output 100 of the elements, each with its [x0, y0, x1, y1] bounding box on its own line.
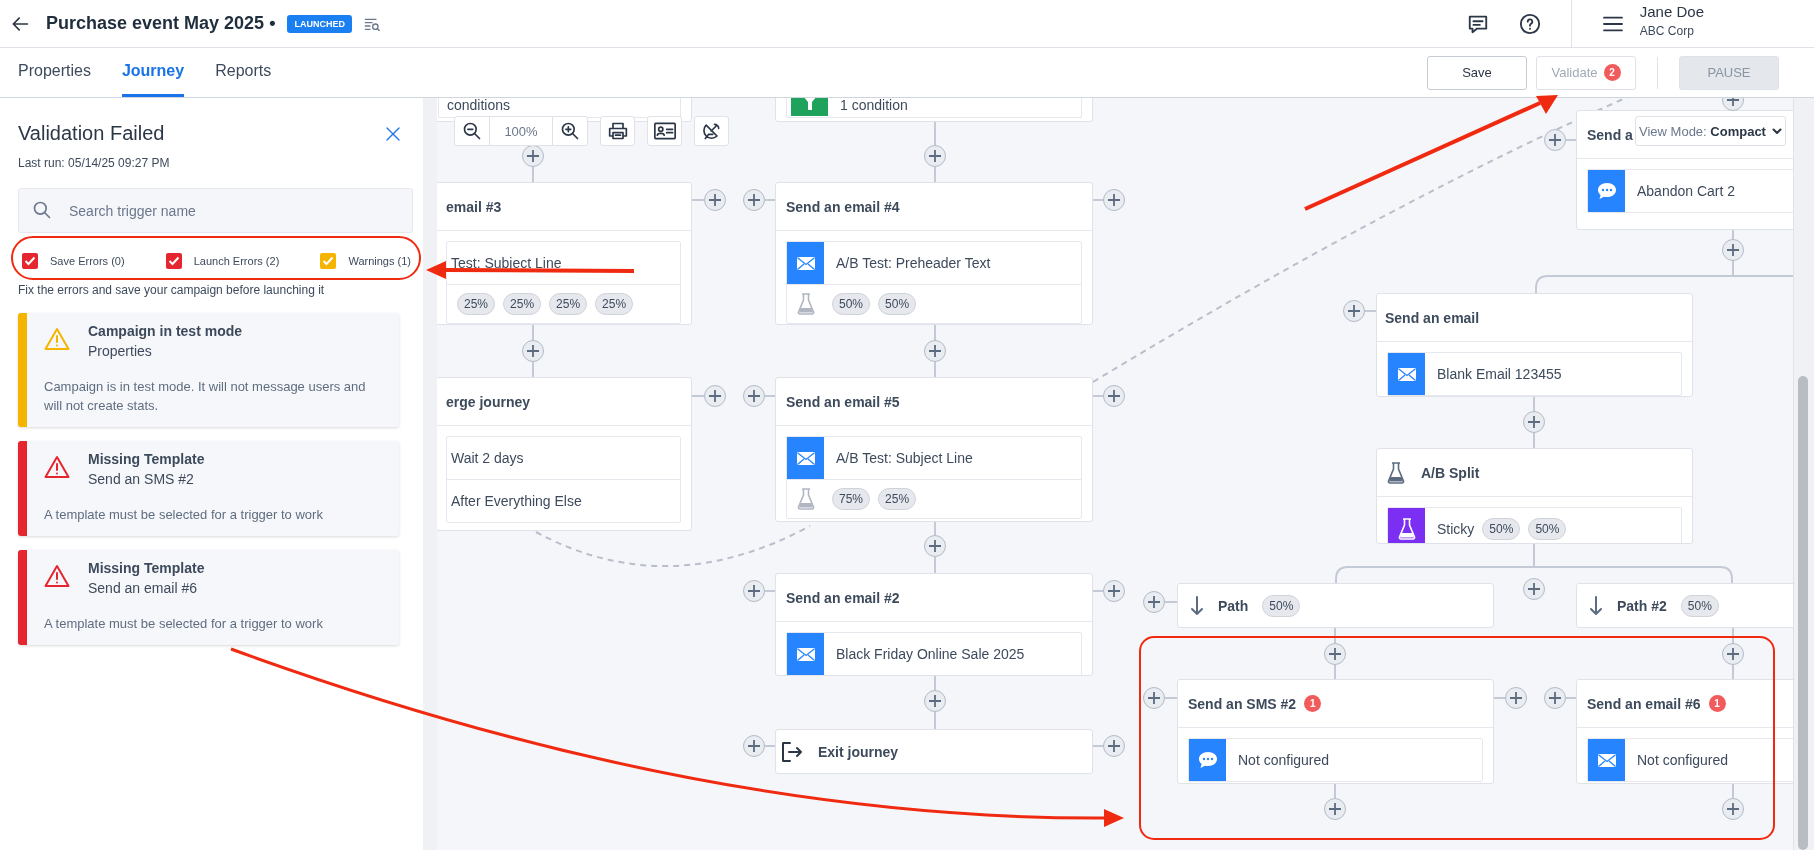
add-step-button[interactable] [704, 189, 726, 211]
print-button[interactable] [600, 116, 635, 146]
split-percentage: 50% [832, 293, 871, 315]
add-step-button[interactable] [704, 385, 726, 407]
add-step-button[interactable] [1523, 578, 1545, 600]
add-step-button[interactable] [1324, 798, 1346, 820]
split-percentage: 25% [878, 488, 917, 510]
step-card[interactable]: erge journey Wait 2 days After Everything Else [437, 377, 692, 531]
issue-card[interactable]: Campaign in test mode Properties Campaign is in test mode. It will not message users and will not create stats. [18, 313, 399, 427]
step-card[interactable]: Send an email #6 1 Not configured [1576, 679, 1793, 784]
tab[interactable]: Reports [215, 48, 272, 97]
plus-icon [1108, 194, 1120, 206]
step-detail: Test: Subject Line [450, 255, 562, 271]
contact-card-button[interactable] [647, 116, 682, 146]
add-step-button[interactable] [1722, 798, 1744, 820]
step-card[interactable]: Exit journey [775, 729, 1093, 774]
plus-icon [748, 585, 760, 597]
plus-icon [1148, 692, 1160, 704]
add-step-button[interactable] [743, 735, 765, 757]
step-card[interactable]: Send an email Blank Email 123455 [1376, 293, 1693, 397]
step-title: Send an email #2 [786, 589, 900, 606]
step-detail: After Everything Else [450, 493, 582, 509]
step-card[interactable]: Send an email #2 Black Friday Online Sale 2025 [775, 573, 1093, 676]
add-step-button[interactable] [743, 189, 765, 211]
step-card[interactable]: email #3 Test: Subject Line 25% 25% 25% 25% [437, 182, 692, 325]
template-name: A/B Test: Preheader Text [835, 255, 991, 271]
flask-icon [1387, 461, 1405, 484]
split-percentage: 50% [1528, 518, 1567, 540]
add-step-button[interactable] [924, 145, 946, 167]
add-step-button[interactable] [522, 340, 544, 362]
plus-icon [1549, 692, 1561, 704]
plus-icon [1329, 648, 1341, 660]
add-step-button[interactable] [1103, 580, 1125, 602]
issue-message: A template must be selected for a trigger to work [44, 506, 324, 524]
add-step-button[interactable] [924, 340, 946, 362]
plus-icon [527, 345, 539, 357]
add-step-button[interactable] [522, 145, 544, 167]
add-step-button[interactable] [1143, 591, 1165, 613]
split-percentage: 75% [832, 488, 871, 510]
add-step-button[interactable] [1103, 189, 1125, 211]
add-step-button[interactable] [1722, 643, 1744, 665]
template-name: Black Friday Online Sale 2025 [835, 646, 1025, 662]
add-step-button[interactable] [743, 580, 765, 602]
step-card[interactable]: Path 50% [1177, 583, 1494, 628]
step-card[interactable]: Path #2 50% [1576, 583, 1793, 628]
tab[interactable]: Properties [18, 48, 91, 97]
template-name: A/B Test: Subject Line [835, 450, 973, 466]
add-step-button[interactable] [1722, 239, 1744, 261]
menu-icon [1601, 14, 1624, 33]
plus-icon [929, 345, 941, 357]
envelope-icon [1596, 752, 1617, 768]
add-step-button[interactable] [1544, 687, 1566, 709]
add-step-button[interactable] [743, 385, 765, 407]
template-name: Not configured [1237, 752, 1330, 768]
error-count-badge: 1 [1708, 695, 1726, 712]
plus-icon [929, 540, 941, 552]
view-mode-dropdown[interactable]: View Mode: Compact [1635, 116, 1786, 146]
filter-label: Warnings (1) [348, 255, 411, 267]
scrollbar[interactable] [1793, 98, 1814, 850]
step-card[interactable]: Send an SMS #2 1 Not configured [1177, 679, 1494, 784]
add-step-button[interactable] [924, 535, 946, 557]
connector-line [764, 395, 776, 397]
add-step-button[interactable] [1343, 300, 1365, 322]
connector-line [1364, 310, 1377, 312]
search-field[interactable]: Search trigger name [18, 188, 413, 233]
step-card[interactable]: A/B Split Sticky 50% 50% [1376, 448, 1693, 544]
checkbox[interactable] [22, 253, 38, 269]
add-step-button[interactable] [924, 690, 946, 712]
add-step-button[interactable] [1523, 411, 1545, 433]
warning-triangle-icon [44, 564, 70, 588]
checkbox[interactable] [320, 253, 337, 269]
split-percentage: 50% [1680, 594, 1719, 617]
satellite-button[interactable] [694, 116, 729, 146]
printer-icon [607, 121, 628, 141]
add-step-button[interactable] [1103, 735, 1125, 757]
plus-icon [748, 740, 760, 752]
connector-line [1092, 590, 1104, 592]
add-step-button[interactable] [1143, 687, 1165, 709]
add-step-button[interactable] [1324, 643, 1346, 665]
split-percentage: 25% [549, 293, 588, 315]
add-step-button[interactable] [1103, 385, 1125, 407]
add-step-button[interactable] [1505, 687, 1527, 709]
plus-icon [1528, 416, 1540, 428]
checkmark-icon [322, 256, 335, 266]
add-step-button[interactable] [1544, 129, 1566, 151]
issue-card[interactable]: Missing Template Send an email #6 A template must be selected for a trigger to work [18, 550, 399, 645]
connector-line [1164, 697, 1178, 699]
flask-icon [1397, 518, 1416, 540]
issue-card[interactable]: Missing Template Send an SMS #2 A template must be selected for a trigger to work [18, 441, 399, 536]
plus-icon [1108, 390, 1120, 402]
step-card[interactable]: Send an email #4 A/B Test: Preheader Text 50% 50% [775, 182, 1093, 325]
variant-name: Sticky [1436, 521, 1475, 537]
checkbox[interactable] [165, 253, 182, 269]
step-card[interactable]: Send an email #5 A/B Test: Subject Line 75% 25% [775, 377, 1093, 522]
step-card[interactable]: 1 condition [775, 98, 1093, 122]
save-button[interactable]: Save [1427, 55, 1527, 90]
company-name: ABC Corp [1639, 24, 1695, 38]
zoom-in-icon [560, 121, 580, 141]
connector-line [1092, 745, 1104, 747]
split-percentage: 25% [457, 293, 496, 315]
